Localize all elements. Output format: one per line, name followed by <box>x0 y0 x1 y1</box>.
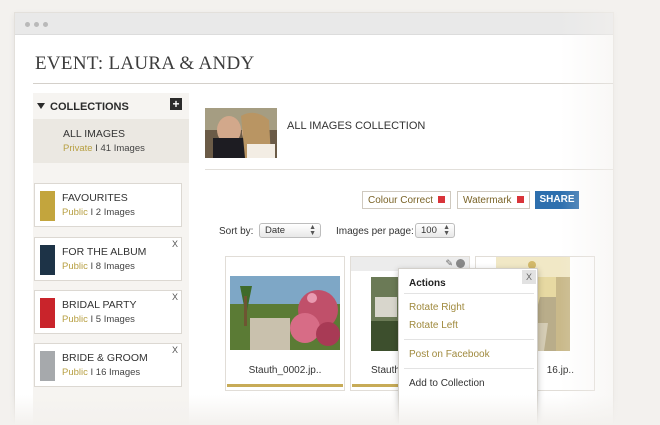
selected-indicator <box>227 384 343 387</box>
collection-name: ALL IMAGES <box>63 128 126 140</box>
collection-meta: Public I 16 Images <box>62 367 140 378</box>
collections-heading-label: COLLECTIONS <box>50 101 129 113</box>
collection-count: 2 Images <box>95 207 135 218</box>
meta-separator: I <box>87 314 96 325</box>
collections-sidebar: COLLECTIONS + ALL IMAGES Private I 41 Im… <box>33 93 189 425</box>
share-button[interactable]: SHARE <box>535 191 579 209</box>
image-thumbnail <box>230 276 340 350</box>
sort-by-label: Sort by: <box>219 226 254 237</box>
collection-color-swatch <box>40 245 55 275</box>
window-dot-icon <box>25 22 30 27</box>
menu-item-post-on-facebook[interactable]: Post on Facebook <box>409 349 490 360</box>
collection-title: ALL IMAGES COLLECTION <box>287 120 426 132</box>
remove-collection-button[interactable]: X <box>172 345 178 355</box>
add-collection-button[interactable]: + <box>170 98 182 110</box>
window-dot-icon <box>34 22 39 27</box>
window-titlebar <box>15 13 613 35</box>
meta-separator: I <box>87 261 96 272</box>
collection-color-swatch <box>40 298 55 328</box>
menu-item-rotate-right[interactable]: Rotate Right <box>409 302 465 313</box>
images-per-page-value: 100 <box>421 225 437 236</box>
caret-down-icon <box>37 103 45 109</box>
collection-visibility: Public <box>62 261 88 272</box>
image-tile[interactable]: Stauth_0002.jp.. <box>225 256 345 391</box>
remove-collection-button[interactable]: X <box>172 292 178 302</box>
actions-menu-title: Actions <box>409 278 446 289</box>
red-square-icon <box>438 196 446 203</box>
select-arrows-icon: ▲ ▼ <box>443 224 450 237</box>
page-title: EVENT: LAURA & ANDY <box>35 53 255 74</box>
select-arrows-icon: ▲ ▼ <box>309 224 316 237</box>
sort-by-value: Date <box>265 225 286 236</box>
collection-meta: Public I 2 Images <box>62 207 135 218</box>
collections-heading[interactable]: COLLECTIONS <box>37 101 129 113</box>
sidebar-item-for-the-album[interactable]: FOR THE ALBUM Public I 8 Images X <box>34 237 182 281</box>
collection-count: 16 Images <box>95 367 141 378</box>
menu-item-add-to-collection[interactable]: Add to Collection <box>409 378 485 389</box>
collection-name: BRIDE & GROOM <box>62 352 148 364</box>
menu-divider <box>404 339 534 340</box>
menu-divider <box>404 368 534 369</box>
collection-meta: Public I 8 Images <box>62 261 135 272</box>
actions-menu: Actions X Rotate Right Rotate Left Post … <box>398 268 538 425</box>
menu-item-rotate-left[interactable]: Rotate Left <box>409 320 458 331</box>
collection-meta: Private I 41 Images <box>63 143 145 154</box>
image-caption: Stauth_0002.jp.. <box>248 365 322 376</box>
sidebar-item-favourites[interactable]: FAVOURITES Public I 2 Images <box>34 183 182 227</box>
settings-icon[interactable] <box>456 259 465 268</box>
collection-name: BRIDAL PARTY <box>62 299 137 311</box>
main-panel: ALL IMAGES COLLECTION Colour Correct Wat… <box>205 93 613 425</box>
watermark-label: Watermark <box>463 195 512 206</box>
collection-visibility: Public <box>62 207 88 218</box>
app-window: EVENT: LAURA & ANDY COLLECTIONS + ALL IM… <box>14 12 614 425</box>
colour-correct-button[interactable]: Colour Correct <box>362 191 452 209</box>
close-menu-button[interactable]: X <box>522 270 536 284</box>
title-divider <box>33 83 613 84</box>
meta-separator: I <box>87 367 96 378</box>
sidebar-item-bride-and-groom[interactable]: BRIDE & GROOM Public I 16 Images X <box>34 343 182 387</box>
collection-meta: Public I 5 Images <box>62 314 135 325</box>
image-thumbnail <box>371 277 401 351</box>
collection-name: FAVOURITES <box>62 192 128 204</box>
collection-color-swatch <box>40 351 55 381</box>
meta-separator: I <box>87 207 96 218</box>
collection-count: 8 Images <box>95 261 135 272</box>
collection-visibility: Private <box>63 143 93 154</box>
menu-divider <box>404 293 534 294</box>
sidebar-item-all-images[interactable]: ALL IMAGES Private I 41 Images <box>33 119 189 163</box>
sort-by-select[interactable]: Date ▲ ▼ <box>259 223 321 238</box>
remove-collection-button[interactable]: X <box>172 239 178 249</box>
colour-correct-label: Colour Correct <box>368 195 434 206</box>
watermark-button[interactable]: Watermark <box>457 191 530 209</box>
collection-color-swatch <box>40 191 55 221</box>
red-square-icon <box>516 196 524 203</box>
meta-separator: I <box>92 143 101 154</box>
images-per-page-select[interactable]: 100 ▲ ▼ <box>415 223 455 238</box>
images-per-page-label: Images per page: <box>336 226 414 237</box>
collection-visibility: Public <box>62 314 88 325</box>
header-divider <box>205 169 613 170</box>
collection-count: 5 Images <box>95 314 135 325</box>
collection-name: FOR THE ALBUM <box>62 246 147 258</box>
collection-visibility: Public <box>62 367 88 378</box>
sidebar-item-bridal-party[interactable]: BRIDAL PARTY Public I 5 Images X <box>34 290 182 334</box>
collection-count: 41 Images <box>100 143 145 154</box>
collection-cover-image <box>205 108 277 158</box>
window-dot-icon <box>43 22 48 27</box>
